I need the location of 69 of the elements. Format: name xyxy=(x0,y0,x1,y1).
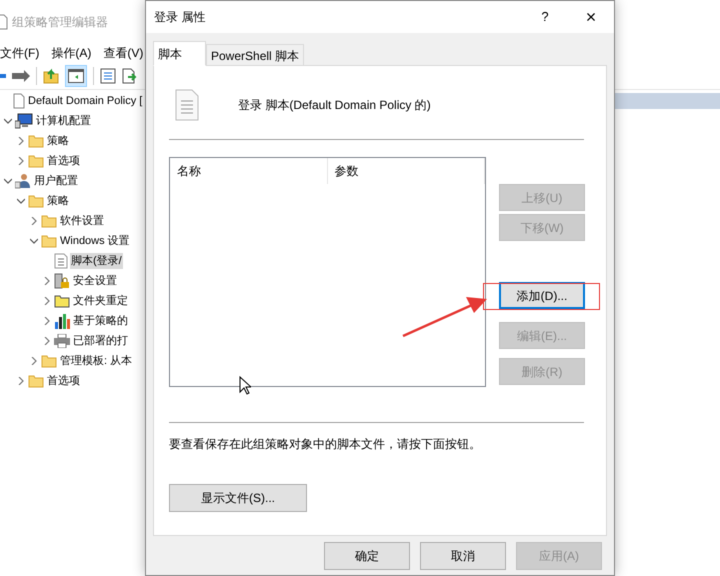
folder-icon xyxy=(28,374,44,388)
column-header[interactable]: 参数 xyxy=(328,158,485,184)
properties-icon[interactable] xyxy=(100,68,116,84)
expand-chevron-icon[interactable] xyxy=(17,377,25,385)
tab[interactable]: PowerShell 脚本 xyxy=(206,44,304,66)
expand-chevron-icon[interactable] xyxy=(43,337,51,345)
forward-arrow-icon[interactable] xyxy=(12,70,30,82)
tree-item[interactable]: 已部署的打 xyxy=(72,332,129,350)
tree-item[interactable]: 策略 xyxy=(46,132,70,150)
tree-item[interactable]: 基于策略的 xyxy=(72,312,129,330)
folder-icon xyxy=(54,294,70,308)
help-button[interactable]: ? xyxy=(522,1,568,33)
script-list[interactable]: 名称 参数 xyxy=(169,157,486,387)
folder-icon xyxy=(41,214,57,228)
tree-item[interactable]: 管理模板: 从本 xyxy=(59,352,134,370)
tree-item[interactable]: 首选项 xyxy=(46,372,81,390)
show-tree-button[interactable] xyxy=(65,64,87,86)
tree-item[interactable]: 策略 xyxy=(46,192,70,210)
expand-chevron-icon[interactable] xyxy=(17,137,25,145)
collapse-chevron-icon[interactable] xyxy=(4,117,12,125)
computer-icon xyxy=(15,113,33,129)
folder-icon xyxy=(28,134,44,148)
expand-chevron-icon[interactable] xyxy=(30,357,38,365)
collapse-chevron-icon[interactable] xyxy=(30,237,38,245)
expand-chevron-icon[interactable] xyxy=(43,277,51,285)
expand-chevron-icon[interactable] xyxy=(17,157,25,165)
panel-icon xyxy=(68,68,84,82)
menu-item[interactable]: 操作(A) xyxy=(51,44,92,62)
expand-chevron-icon[interactable] xyxy=(43,297,51,305)
folder-icon xyxy=(28,154,44,168)
menu-item[interactable]: 文件(F) xyxy=(0,44,40,62)
tree-item[interactable]: 计算机配置 xyxy=(35,112,92,130)
dialog-title: 登录 属性 xyxy=(154,9,206,26)
dialog-button[interactable]: 取消 xyxy=(420,542,506,570)
column-header[interactable]: 名称 xyxy=(170,158,328,184)
dialog-button[interactable]: 确定 xyxy=(324,542,410,570)
up-folder-icon[interactable] xyxy=(43,68,59,84)
close-button[interactable]: × xyxy=(568,1,614,33)
tree-item[interactable]: 安全设置 xyxy=(72,272,118,290)
tree-item[interactable]: 脚本(登录/ xyxy=(70,252,123,270)
expand-chevron-icon[interactable] xyxy=(43,317,51,325)
tree-item[interactable]: 文件夹重定 xyxy=(72,292,129,310)
script-heading: 登录 脚本(Default Domain Policy 的) xyxy=(238,97,431,114)
lock-icon xyxy=(54,273,70,289)
tree-item[interactable]: 用户配置 xyxy=(33,172,79,190)
collapse-chevron-icon[interactable] xyxy=(17,197,25,205)
tree-item[interactable]: 首选项 xyxy=(46,152,81,170)
dialog-button[interactable]: 添加(D)... xyxy=(499,282,585,309)
tree-item[interactable]: Default Domain Policy [ xyxy=(27,92,144,110)
document-icon xyxy=(13,93,25,109)
mouse-cursor-icon xyxy=(239,376,251,395)
export-icon[interactable] xyxy=(122,68,138,84)
tree-item[interactable]: Windows 设置 xyxy=(59,232,131,250)
tree-item[interactable]: 软件设置 xyxy=(59,212,105,230)
show-files-button[interactable]: 显示文件(S)... xyxy=(169,484,307,512)
expand-chevron-icon[interactable] xyxy=(30,217,38,225)
script-icon xyxy=(54,253,68,269)
menu-item[interactable]: 查看(V) xyxy=(103,44,144,62)
bar-chart-icon xyxy=(54,313,70,329)
window-title: 组策略管理编辑器 xyxy=(12,14,108,31)
folder-icon xyxy=(28,194,44,208)
hint-text: 要查看保存在此组策略对象中的脚本文件，请按下面按钮。 xyxy=(169,436,482,453)
tab[interactable]: 脚本 xyxy=(153,41,206,66)
folder-icon xyxy=(41,354,57,368)
script-file-icon xyxy=(175,89,199,121)
collapse-chevron-icon[interactable] xyxy=(4,177,12,185)
folder-icon xyxy=(41,234,57,248)
printer-icon xyxy=(54,334,70,348)
user-icon xyxy=(15,173,31,189)
